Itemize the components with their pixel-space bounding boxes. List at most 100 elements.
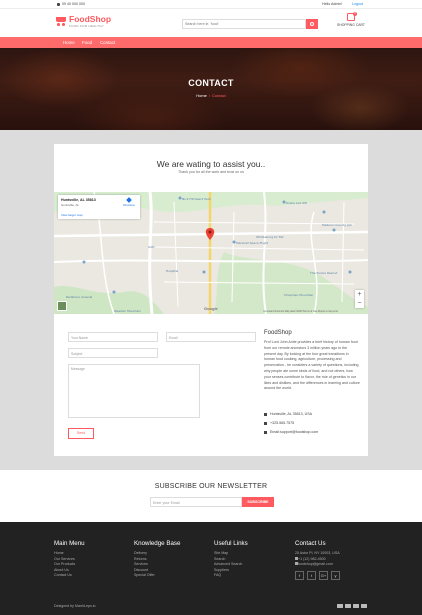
- footer-heading: Useful Links: [214, 540, 248, 547]
- logo-tagline: FOOD FOR HEALTHY: [69, 24, 105, 28]
- phone-icon: [57, 2, 60, 6]
- top-phone-text: 09 40 000 000: [62, 2, 85, 6]
- card-icon: [361, 604, 367, 608]
- email-field[interactable]: Email: [166, 332, 256, 342]
- zoom-in-button[interactable]: +: [355, 290, 364, 299]
- top-bar: 09 40 000 000 Hello Admin! Logout: [0, 0, 422, 9]
- message-field[interactable]: Message: [68, 364, 200, 418]
- map-attribution: Keyboard shortcuts Map data ©2023 Terms …: [263, 310, 338, 313]
- map-info-card: Huntsville, AL 35813 Huntsville, AL View…: [58, 195, 140, 219]
- copyright: Designed by ManhLeps.io: [54, 604, 96, 608]
- map-label: Redstone Arsenal: [66, 295, 92, 299]
- send-button[interactable]: Send: [68, 428, 94, 439]
- contact-card: We are wating to assist you.. Thank you …: [54, 144, 368, 456]
- map-label: Whitesburg Dr SW: [256, 235, 284, 239]
- twitter-icon[interactable]: t: [307, 570, 316, 580]
- contact-subtitle: Thank you for all the work and trust on …: [178, 170, 244, 174]
- footer-heading: Main Menu: [54, 540, 85, 547]
- mail-icon: [264, 430, 267, 434]
- visa-icon: [337, 604, 343, 608]
- breadcrumb: Home / Contact: [0, 93, 422, 98]
- footer-email-text[interactable]: foodshop@gmail.com: [298, 562, 333, 566]
- search-icon: [310, 22, 314, 26]
- search-bar: [182, 19, 318, 29]
- top-phone: 09 40 000 000: [57, 2, 85, 6]
- info-address: Huntsville, AL 35813, USA: [264, 412, 312, 416]
- google-logo: Google: [204, 306, 218, 311]
- nav-home[interactable]: Home: [63, 40, 75, 45]
- bag-icon: 0: [347, 12, 357, 21]
- location-icon: [264, 412, 267, 416]
- footer-knowledge-base: Knowledge Base Delivery Returns Services…: [134, 540, 180, 579]
- info-phone: +325.565.7575: [264, 421, 294, 425]
- map-label: Weeden Mountain: [114, 309, 141, 313]
- name-field[interactable]: Your Name: [68, 332, 158, 342]
- nav-food[interactable]: Food: [82, 40, 92, 45]
- footer-useful-links: Useful Links Site Map Search Advanced Se…: [214, 540, 248, 579]
- map-label: UAH: [148, 245, 155, 249]
- search-input[interactable]: [182, 19, 306, 29]
- hero-banner: CONTACT Home / Contact: [0, 48, 422, 130]
- footer-heading: Contact Us: [295, 540, 326, 547]
- header: FoodShop FOOD FOR HEALTHY 0 SHOPPING CAR…: [0, 9, 422, 37]
- newsletter-title: SUBSCRIBE OUR NEWSLETTER: [154, 483, 268, 490]
- paypal-icon: [353, 604, 359, 608]
- youtube-icon[interactable]: y: [331, 570, 340, 580]
- map-place: Huntsville, AL 35813: [61, 198, 96, 202]
- nav-contact[interactable]: Contact: [100, 40, 115, 45]
- logo[interactable]: FoodShop FOOD FOR HEALTHY: [55, 15, 111, 28]
- facebook-icon[interactable]: f: [295, 570, 304, 580]
- info-email-text[interactable]: Email:support@foodshop.com: [270, 430, 318, 434]
- payment-methods: [337, 604, 367, 608]
- map-label: The Purple Peanut: [309, 271, 338, 275]
- breadcrumb-current: Contact: [212, 93, 226, 98]
- google-plus-icon[interactable]: G+: [319, 570, 328, 580]
- directions-button[interactable]: Directions: [122, 197, 136, 207]
- footer-link[interactable]: Contact Us: [54, 573, 85, 579]
- breadcrumb-separator: /: [208, 93, 210, 98]
- info-title: FoodShop: [264, 330, 292, 336]
- map-label: Marshall Space Flight: [236, 241, 269, 245]
- search-button[interactable]: [306, 19, 318, 29]
- phone-icon: [264, 421, 267, 425]
- footer-heading: Knowledge Base: [134, 540, 181, 547]
- footer-phone-text: +1 (12) 982-4500: [298, 556, 326, 561]
- zoom-out-button[interactable]: −: [355, 299, 364, 308]
- cart-logo-icon: [55, 15, 67, 26]
- subscribe-button[interactable]: SUBSCRIBE: [242, 497, 274, 507]
- cart-count-badge: 0: [353, 12, 357, 16]
- logo-name: FoodShop: [69, 14, 112, 24]
- map-place-sub: Huntsville, AL: [61, 203, 80, 207]
- main-nav: Home Food Contact: [0, 37, 422, 48]
- map-label: Drake Ave SW: [286, 201, 307, 205]
- shopping-cart[interactable]: 0 SHOPPING CART: [336, 12, 366, 27]
- footer-contact: Contact Us 25 Astor Pl, NY 10003, USA +1…: [295, 540, 340, 580]
- logout-link[interactable]: Logout: [352, 2, 363, 6]
- google-map[interactable]: Nick Fitcheard Park Drake Ave SW Madison…: [54, 192, 368, 314]
- satellite-toggle[interactable]: [57, 301, 67, 311]
- view-larger-map-link[interactable]: View larger map: [61, 213, 83, 217]
- newsletter-email-input[interactable]: Enter your Email: [150, 497, 242, 507]
- breadcrumb-home[interactable]: Home: [196, 93, 207, 98]
- newsletter-form: Enter your Email SUBSCRIBE: [150, 497, 274, 507]
- footer-link[interactable]: Special Offer: [134, 573, 180, 579]
- contact-title: We are wating to assist you..: [156, 159, 266, 169]
- map-label: Hospital: [166, 269, 178, 273]
- footer-link[interactable]: FAQ: [214, 573, 248, 579]
- info-email: Email:support@foodshop.com: [264, 430, 318, 434]
- footer-main-menu: Main Menu Home Our Services Our Products…: [54, 540, 85, 579]
- zoom-control: + −: [355, 290, 364, 308]
- footer-email: foodshop@gmail.com: [295, 562, 340, 568]
- info-phone-text: +325.565.7575: [270, 421, 295, 425]
- map-label: Madison County Jail: [322, 223, 352, 227]
- map-label: Chapman Mountain: [284, 293, 313, 297]
- info-address-text: Huntsville, AL 35813, USA: [270, 412, 313, 416]
- social-links: f t G+ y: [295, 570, 340, 580]
- subject-field[interactable]: Subject: [68, 348, 158, 358]
- cart-label: SHOPPING CART: [336, 23, 365, 27]
- page-title: CONTACT: [188, 78, 234, 88]
- map-label: Nick Fitcheard Park: [182, 197, 211, 201]
- directions-label: Directions: [123, 204, 135, 207]
- directions-icon: [126, 197, 132, 203]
- mastercard-icon: [345, 604, 351, 608]
